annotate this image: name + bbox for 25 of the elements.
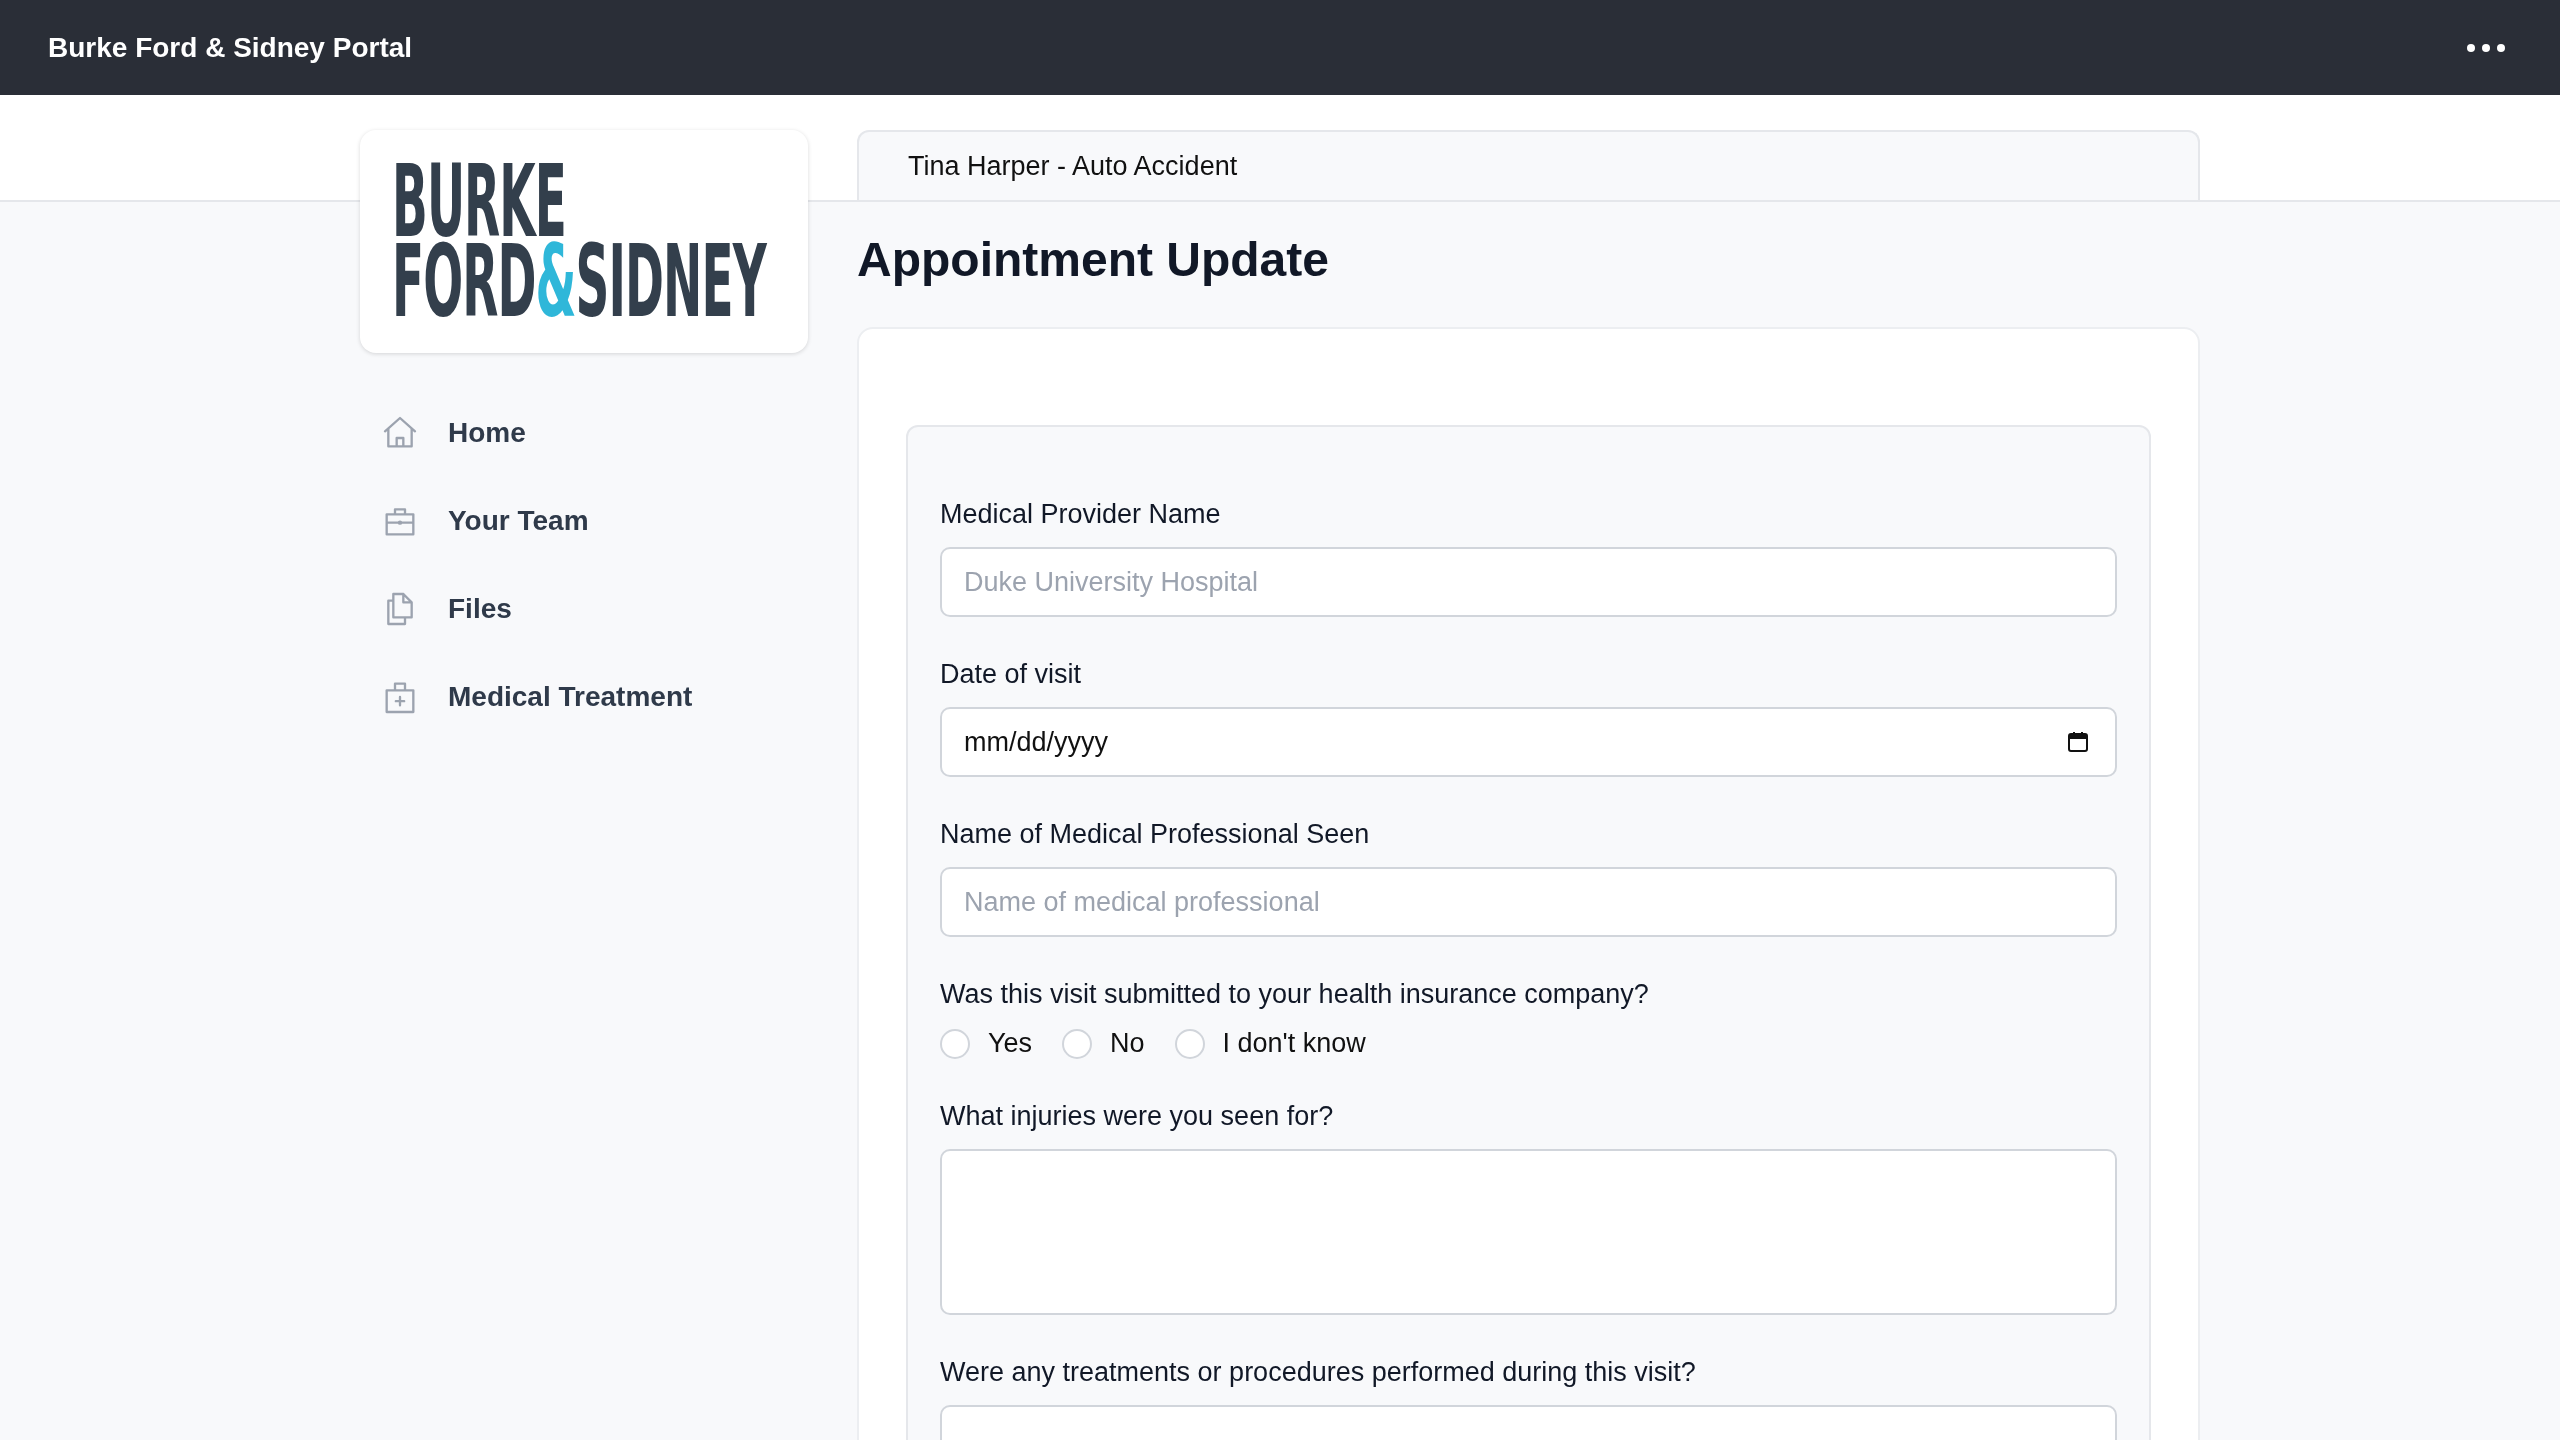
- calendar-icon: [2066, 730, 2090, 754]
- field-label: What injuries were you seen for?: [940, 1100, 1335, 1133]
- field-label: Name of Medical Professional Seen: [940, 818, 1371, 851]
- page-title: Appointment Update: [857, 232, 1330, 288]
- sidebar-item[interactable]: Files: [360, 581, 808, 637]
- field-label: Was this visit submitted to your health insurance company?: [940, 978, 1650, 1011]
- portal-title: Burke Ford & Sidney Portal: [48, 31, 413, 64]
- sidebar-item[interactable]: Your Team: [360, 493, 808, 549]
- radio-button[interactable]: [1174, 1028, 1205, 1059]
- sidebar-item[interactable]: Home: [360, 405, 808, 461]
- radio-label: Yes: [988, 1028, 1033, 1059]
- sidebar-item[interactable]: Medical Treatment: [360, 669, 808, 725]
- text-area[interactable]: [940, 1149, 2117, 1315]
- radio-label: I don't know: [1222, 1028, 1366, 1059]
- text-field[interactable]: Name of medical professional: [940, 867, 2117, 937]
- radio-button[interactable]: [1062, 1028, 1093, 1059]
- text-field[interactable]: Duke University Hospital: [940, 547, 2117, 617]
- field-label: Medical Provider Name: [940, 498, 1222, 531]
- field-label: Were any treatments or procedures performed during this visit?: [940, 1356, 1697, 1389]
- radio-button[interactable]: [940, 1028, 970, 1059]
- radio-label: No: [1110, 1028, 1145, 1059]
- field-label: Date of visit: [940, 658, 1083, 691]
- case-tab[interactable]: Tina Harper - Auto Accident: [857, 130, 2200, 200]
- date-field[interactable]: mm/dd/yyyy: [940, 707, 2117, 777]
- more-icon: [2466, 42, 2506, 53]
